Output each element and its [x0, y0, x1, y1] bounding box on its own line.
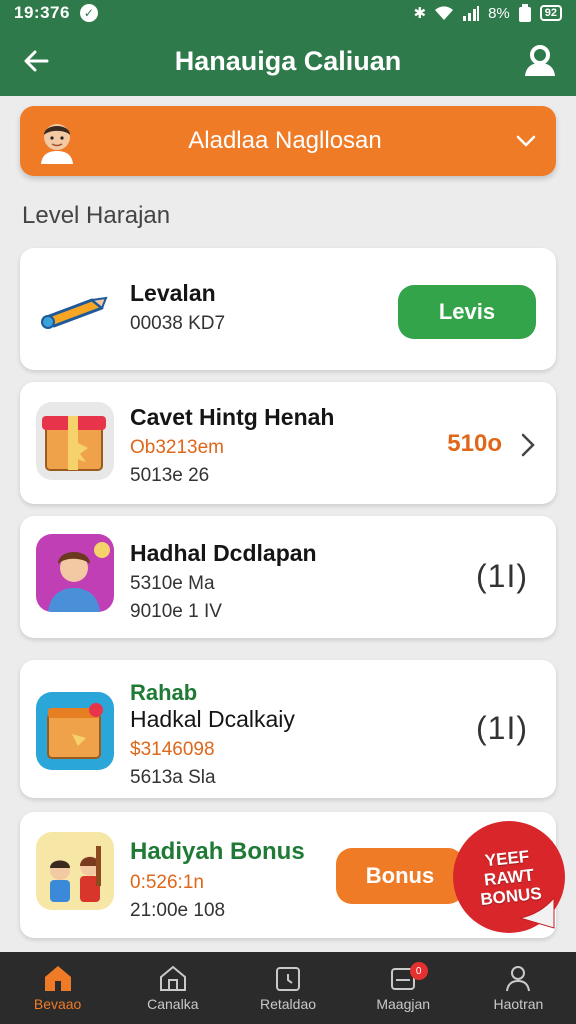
signal-icon: [463, 6, 480, 21]
nav-item-maagjan[interactable]: 0 Maagjan: [346, 952, 461, 1024]
battery-level-icon: 92: [539, 5, 562, 21]
user-avatar-icon: [36, 534, 114, 612]
wifi-icon: [435, 6, 454, 20]
item-name: Hadiyah Bonus: [130, 838, 305, 865]
status-bar: 19:376 ✓ ✱ 8% 92: [0, 0, 576, 26]
item-name: Hadkal Dcalkaiy: [130, 706, 295, 732]
item-tag: Rahab: [130, 680, 198, 705]
item-name: Hadhal Dcdlapan: [130, 540, 317, 566]
building-icon: [159, 965, 186, 991]
bluetooth-icon: ✱: [413, 5, 427, 22]
nav-item-home[interactable]: Bevaao: [0, 952, 115, 1024]
list-item[interactable]: Hadhal Dcdlapan 5310e Ma 9010e 1 IV (1I): [20, 516, 556, 638]
profile-icon: [525, 45, 555, 76]
account-selector[interactable]: Aladlaa Nagllosan: [20, 106, 556, 176]
profile-button[interactable]: [504, 26, 576, 96]
battery-icon: [518, 4, 531, 22]
page-title: Hanauiga Caliuan: [174, 45, 402, 76]
notification-badge: 0: [409, 962, 428, 980]
item-amount: $3146098: [130, 739, 215, 760]
item-counter: (1I): [476, 710, 528, 746]
selector-label: Aladlaa Nagllosan: [188, 127, 382, 154]
bottom-nav: Bevaao Canalka Retaldao 0 Maagjan Haotra…: [0, 952, 576, 1024]
nav-item-canalka[interactable]: Canalka: [115, 952, 230, 1024]
status-time: 19:376: [14, 3, 70, 22]
app-bar: Hanauiga Caliuan: [0, 26, 576, 96]
status-indicators: ✱ 8% 92: [413, 4, 562, 22]
nav-item-haotran[interactable]: Haotran: [461, 952, 576, 1024]
item-detail: 5310e Ma: [130, 573, 215, 594]
list-item[interactable]: Cavet Hintg Henah Ob3213em 5013e 26 510o: [20, 382, 556, 504]
check-icon: ✓: [79, 4, 98, 22]
item-detail: 9010e 1 IV: [130, 601, 222, 622]
levis-button[interactable]: Levis: [398, 285, 536, 339]
item-detail: 5013e 26: [130, 465, 210, 486]
item-name: Cavet Hintg Henah: [130, 404, 335, 430]
bonus-button[interactable]: Bonus: [336, 848, 464, 904]
family-icon: [36, 832, 114, 910]
gift-box-icon: [36, 402, 114, 480]
nav-label: Bevaao: [33, 996, 82, 1012]
item-counter: (1I): [476, 558, 528, 594]
nav-item-retaldao[interactable]: Retaldao: [230, 952, 345, 1024]
item-detail: 5613a Sla: [130, 767, 216, 788]
item-name: Levalan: [130, 280, 216, 306]
item-amount: Ob3213em: [130, 437, 225, 458]
item-value: 510o: [447, 430, 502, 457]
nav-label: Haotran: [493, 996, 544, 1012]
chevron-right-icon: [521, 433, 535, 457]
back-arrow-icon: [24, 50, 49, 72]
item-detail: 21:00e 108: [130, 900, 226, 921]
nav-label: Retaldao: [259, 996, 317, 1012]
nav-label: Maagjan: [376, 996, 431, 1012]
calendar-icon: [276, 967, 300, 991]
back-button[interactable]: [0, 26, 72, 96]
user-icon: [506, 966, 531, 992]
avatar: [41, 124, 73, 164]
bonus-ribbon-badge: YEEF RAWT BONUS: [450, 818, 568, 936]
home-icon: [44, 966, 71, 991]
battery-percent: 8%: [488, 4, 510, 22]
list-item[interactable]: Levalan 00038 KD7 Levis: [20, 248, 556, 370]
package-icon: [36, 692, 114, 770]
list-item[interactable]: Rahab Hadkal Dcalkaiy $3146098 5613a Sla…: [20, 660, 556, 798]
nav-label: Canalka: [147, 996, 199, 1012]
section-title: Level Harajan: [22, 202, 171, 229]
item-detail: 00038 KD7: [130, 313, 226, 334]
item-amount: 0:526:1n: [130, 872, 204, 893]
chevron-down-icon: [512, 135, 540, 147]
pencil-icon: [41, 296, 108, 329]
